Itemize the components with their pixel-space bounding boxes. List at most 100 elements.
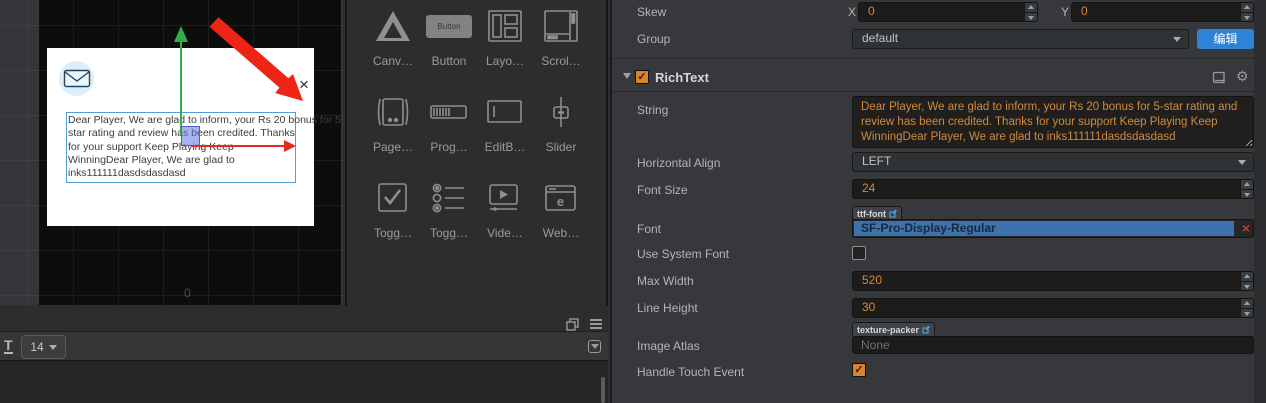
slider-icon — [545, 92, 577, 132]
skew-y-stepper[interactable] — [1240, 3, 1253, 21]
skew-y-field[interactable]: 0 — [1071, 2, 1254, 22]
chevron-down-icon — [1238, 160, 1246, 165]
pageview-icon — [373, 92, 413, 132]
gizmo-anchor-handle[interactable] — [181, 126, 200, 146]
horizontal-align-label: Horizontal Align — [637, 156, 721, 170]
palette-item-webview[interactable]: e Web… — [533, 178, 589, 252]
max-width-label: Max Width — [637, 274, 694, 288]
gear-icon[interactable]: ⚙ — [1236, 68, 1249, 85]
gizmo-x-arrowhead[interactable] — [284, 140, 296, 152]
ttf-font-tag-label: ttf-font — [857, 208, 886, 219]
font-size-value: 24 — [862, 181, 876, 195]
gizmo-y-arrowhead[interactable] — [174, 26, 188, 42]
timeline-content[interactable] — [0, 362, 608, 403]
max-width-field[interactable]: 520 — [852, 271, 1254, 291]
palette-item-scrollview[interactable]: Scrol… — [533, 6, 589, 80]
skew-label: Skew — [637, 5, 667, 19]
max-width-value: 520 — [862, 273, 883, 287]
skew-x-field[interactable]: 0 — [858, 2, 1038, 22]
group-edit-button[interactable]: 编辑 — [1197, 29, 1254, 49]
svg-text:e: e — [557, 194, 564, 209]
app-window: × Dear Player, We are glad to inform, yo… — [0, 0, 1266, 403]
font-size-field[interactable]: 24 — [852, 179, 1254, 199]
skew-x-label: X — [848, 5, 857, 19]
text-tool-icon[interactable]: T — [4, 338, 13, 354]
ruler-origin-label: 0 — [184, 286, 191, 300]
palette-item-layout[interactable]: Layo… — [477, 6, 533, 80]
font-size-dropdown-value: 14 — [30, 340, 44, 354]
string-label: String — [637, 103, 669, 117]
timeline-scrollbar[interactable] — [601, 377, 605, 403]
image-atlas-label: Image Atlas — [637, 339, 700, 353]
scrollview-icon — [543, 6, 579, 46]
texture-packer-tag-label: texture-packer — [857, 324, 920, 335]
timeline-toolbar: T 14 — [0, 331, 608, 361]
group-dropdown[interactable]: default — [852, 29, 1189, 49]
richtext-node-text: Dear Player, We are glad to inform, your… — [68, 114, 343, 180]
chevron-down-icon — [48, 344, 57, 350]
max-width-stepper[interactable] — [1240, 272, 1253, 290]
progressbar-icon — [429, 92, 469, 132]
inspector-panel: Skew X 0 Y 0 Group default 编辑 ✓ RichText… — [610, 0, 1256, 403]
line-height-field[interactable]: 30 — [852, 298, 1254, 318]
skew-y-value: 0 — [1081, 4, 1088, 18]
external-link-icon — [889, 209, 897, 218]
font-asset-field[interactable]: SF-Pro-Display-Regular × — [852, 219, 1254, 238]
menu-icon[interactable] — [590, 319, 602, 331]
use-system-font-checkbox[interactable] — [852, 246, 866, 260]
envelope-icon — [63, 69, 90, 87]
richtext-collapse-icon[interactable] — [623, 73, 631, 79]
canvas-icon — [371, 6, 415, 46]
horizontal-align-value: LEFT — [862, 154, 892, 168]
scene-view[interactable]: × Dear Player, We are glad to inform, yo… — [0, 0, 343, 305]
group-label: Group — [637, 32, 671, 46]
line-height-label: Line Height — [637, 301, 698, 315]
image-atlas-field[interactable] — [852, 336, 1254, 354]
videoplayer-icon — [487, 178, 523, 218]
richtext-component-title: RichText — [655, 70, 709, 85]
line-height-stepper[interactable] — [1240, 299, 1253, 317]
horizontal-align-dropdown[interactable]: LEFT — [852, 152, 1254, 172]
palette-item-slider[interactable]: Slider — [533, 92, 589, 166]
button-icon: Button — [426, 6, 472, 46]
palette-item-button[interactable]: Button Button — [421, 6, 477, 80]
help-doc-icon[interactable] — [1212, 71, 1226, 84]
palette-item-pageview[interactable]: Page… — [365, 92, 421, 166]
palette-item-toggle[interactable]: Togg… — [365, 178, 421, 252]
copy-icon[interactable] — [566, 318, 579, 331]
handle-touch-event-checkbox[interactable]: ✓ — [852, 363, 866, 377]
skew-x-value: 0 — [868, 4, 875, 18]
handle-touch-event-label: Handle Touch Event — [637, 365, 745, 379]
palette-item-videoplayer[interactable]: Vide… — [477, 178, 533, 252]
close-icon[interactable]: × — [295, 76, 313, 94]
richtext-line: Dear Player, We are glad to inform, your… — [68, 114, 343, 126]
dock-icon[interactable] — [588, 340, 601, 353]
chevron-down-icon — [1173, 37, 1181, 42]
timeline-panel-header — [0, 306, 608, 331]
toggle-icon — [376, 178, 410, 218]
editbox-icon — [486, 92, 524, 132]
skew-x-stepper[interactable] — [1024, 3, 1037, 21]
texture-packer-tag[interactable]: texture-packer — [852, 322, 936, 336]
divider — [612, 58, 1256, 59]
palette-item-canvas[interactable]: Canv… — [365, 6, 421, 80]
font-asset-value[interactable]: SF-Pro-Display-Regular — [854, 221, 1234, 236]
component-palette: Canv… Button Button Layo… Scrol… Page… P… — [345, 0, 944, 310]
mail-badge — [59, 61, 94, 96]
richtext-enabled-checkbox[interactable]: ✓ — [635, 70, 649, 84]
palette-item-progressbar[interactable]: Prog… — [421, 92, 477, 166]
ttf-font-tag[interactable]: ttf-font — [852, 206, 902, 220]
font-size-dropdown[interactable]: 14 — [21, 335, 66, 359]
external-link-icon — [922, 325, 930, 334]
clear-icon[interactable]: × — [1242, 220, 1250, 237]
layout-icon — [487, 6, 523, 46]
gizmo-y-axis — [180, 42, 182, 136]
webview-icon: e — [543, 178, 579, 218]
string-textarea[interactable]: Dear Player, We are glad to inform, your… — [852, 96, 1254, 148]
palette-item-editbox[interactable]: EditB… — [477, 92, 533, 166]
font-size-label: Font Size — [637, 183, 688, 197]
palette-item-togglegroup[interactable]: Togg… — [421, 178, 477, 252]
font-size-stepper[interactable] — [1240, 180, 1253, 198]
togglegroup-icon — [430, 178, 468, 218]
richtext-line: WinningDear Player, We are glad to — [68, 153, 235, 166]
